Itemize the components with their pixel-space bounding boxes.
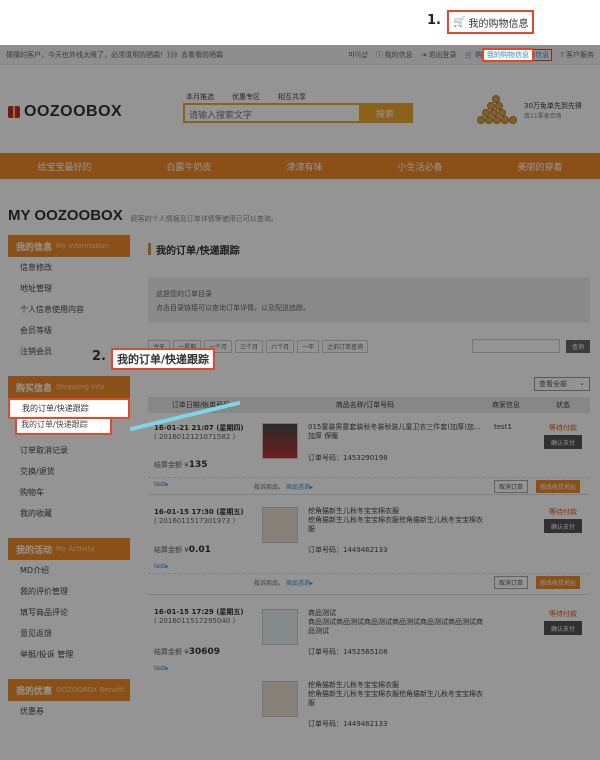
help-icon: ? [560, 50, 564, 59]
sidebar-item[interactable]: 订单取消记录 [8, 440, 130, 461]
promo-line1: 30万免单先到先得 [524, 101, 582, 110]
sidebar-group-shopping: 购买信息Shopping Info 我的订单/快递跟踪 等待付款 订单取消记录 … [8, 376, 130, 524]
step2-number: 2. [92, 349, 106, 364]
search-bar: 请输入搜索文字 搜索 [183, 103, 413, 123]
product-name[interactable]: 挖角猫新生儿秋冬宝宝棉衣服 [308, 507, 488, 516]
logout-link[interactable]: ⇥ 退出登录 [421, 50, 457, 60]
order-search-button[interactable]: 查询 [565, 339, 590, 353]
logout-icon: ⇥ [420, 50, 427, 59]
filter-year[interactable]: 一年 [297, 339, 320, 353]
cart-icon: 🛒 [464, 50, 474, 59]
sidebar-group-activity: 我的活动 My Activity MD介绍 我的评价管理 填写商品评论 意见返馈 … [8, 538, 130, 665]
arrow-icon [130, 400, 240, 432]
customer-service-link[interactable]: ? 客户服务 [560, 50, 594, 60]
modify-address-button[interactable]: 修改收货地址 [536, 480, 581, 493]
myshop-link[interactable]: 마이샵 [348, 50, 367, 60]
sidebar-item-my-orders[interactable]: 我的订单/快递跟踪 [8, 398, 130, 419]
step1-number: 1. [427, 13, 441, 28]
promo-banner[interactable]: 30万免单先到先得 双11零食合场 [474, 93, 582, 127]
product-thumbnail[interactable] [262, 681, 298, 717]
page-subtitle: 顾客的个人情报及订单详情等使用已可以查询。 [130, 215, 278, 223]
step2-label: 我的订单/快递跟踪 [117, 353, 210, 366]
header-nav: 本月推选 优惠专区 相互共享 [186, 92, 306, 102]
search-button[interactable]: 搜索 [359, 105, 411, 121]
header: OOZOOBOX 本月推选 优惠专区 相互共享 请输入搜索文字 搜索 30万免单… [0, 83, 600, 143]
order-row: 16-01-15 17:30 (星期五) ( 2016011517301973 … [148, 495, 590, 595]
product-inquiry-link[interactable]: 商品咨询▸ [286, 578, 313, 587]
sidebar-item[interactable]: 信息修改 [8, 257, 130, 278]
info-icon: ⓘ [375, 50, 383, 59]
gift-box-icon [8, 106, 20, 118]
sidebar: 我的信息 My Information 信息修改 地址管理 个人信息使用内容 会员… [8, 235, 130, 736]
filter-6months[interactable]: 六个月 [266, 339, 295, 353]
my-info-link[interactable]: ⓘ 我的信息 [376, 50, 413, 60]
product-name[interactable]: 015童装男童套装秋冬装秋装儿童卫衣三件套(加厚)加... [308, 423, 488, 432]
mainnav-life[interactable]: 小生活必备 [397, 160, 442, 173]
view-select[interactable]: 查看全部 ⌄ [534, 377, 590, 391]
order-row: 16-01-15 17:29 (星期五) ( 2016011517295040 … [148, 595, 590, 745]
sidebar-item[interactable]: 地址管理 [8, 278, 130, 299]
product-name[interactable]: 商品测试 [308, 609, 488, 618]
top-highlight-link: 我的购物信息 [482, 48, 534, 62]
step2-callout: 我的订单/快递跟踪 [111, 348, 216, 370]
sidebar-item[interactable]: 我的评价管理 [8, 581, 130, 602]
product-name[interactable]: 挖角猫新生儿秋冬宝宝棉衣服 [308, 681, 488, 690]
mainnav-baby[interactable]: 给宝宝最好的 [37, 160, 91, 173]
content-title: 我的订单/快递跟踪 [148, 241, 590, 257]
nav-monthly[interactable]: 本月推选 [186, 92, 214, 102]
sidebar-item[interactable]: MD介绍 [8, 560, 130, 581]
sidebar-item[interactable]: 会员等级 [8, 320, 130, 341]
main-nav: 给宝宝最好的 白露牛奶皮 津津有味 小生活必备 美丽的穿着 [0, 153, 600, 179]
product-thumbnail[interactable] [262, 609, 298, 645]
nav-discount[interactable]: 优惠专区 [232, 92, 260, 102]
sidebar-item[interactable]: 优惠券 [8, 701, 130, 722]
screenshot: 猜猜的客户，今天也外线太限了，必须请用防晒霜！》》》去看看防晒霜 마이샵 ⓘ 我的… [0, 45, 600, 760]
product-inquiry-link[interactable]: 商品咨询▸ [286, 482, 313, 491]
sidebar-group-info: 我的信息 My Information 信息修改 地址管理 个人信息使用内容 会员… [8, 235, 130, 362]
chocolate-image [474, 93, 518, 127]
cancel-order-button[interactable]: 取消订单 [494, 480, 529, 493]
sidebar-item[interactable]: 举报/投诉 管理 [8, 644, 130, 665]
sidebar-item[interactable]: 交换/退货 [8, 461, 130, 482]
mainnav-milk[interactable]: 白露牛奶皮 [166, 160, 211, 173]
info-box: 这是您的订单目录 点击目录链接可以查询订单详情，以及配送追踪。 [148, 277, 590, 323]
product-thumbnail[interactable] [262, 507, 298, 543]
filter-previous[interactable]: 之前订单查询 [322, 339, 369, 353]
confirm-pay-button[interactable]: 确认支付 [544, 621, 582, 635]
filter-3months[interactable]: 三个月 [235, 339, 264, 353]
logo[interactable]: OOZOOBOX [8, 103, 122, 121]
sidebar-item[interactable]: 填写商品评论 [8, 602, 130, 623]
sidebar-item[interactable]: 购物车 [8, 482, 130, 503]
step1-label: 我的购物信息 [468, 18, 529, 30]
order-search-input[interactable] [471, 339, 560, 353]
chevron-down-icon: ⌄ [579, 379, 585, 387]
test-link[interactable]: test▸ [154, 665, 169, 672]
cart-icon: 🛒 [453, 16, 466, 28]
search-input[interactable]: 请输入搜索文字 [185, 105, 359, 121]
page-title: MY OOZOOBOX 顾客的个人情报及订单详情等使用已可以查询。 [8, 207, 278, 224]
nav-share[interactable]: 相互共享 [278, 92, 306, 102]
sidebar-item[interactable]: 我的收藏 [8, 503, 130, 524]
welcome-text: 猜猜的客户，今天也外线太限了，必须请用防晒霜！》》》去看看防晒霜 [6, 50, 223, 59]
step1-callout: 🛒 我的购物信息 [447, 10, 535, 34]
modify-address-button[interactable]: 修改收货地址 [536, 576, 581, 589]
sidebar-group-benefit: 我的优惠 OOZOOBOX Benefit 优惠券 [8, 679, 130, 722]
main-content: 我的订单/快递跟踪 这是您的订单目录 点击目录链接可以查询订单详情，以及配送追踪… [148, 241, 590, 745]
confirm-pay-button[interactable]: 确认支付 [544, 519, 582, 533]
sidebar-item[interactable]: 个人信息使用内容 [8, 299, 130, 320]
confirm-pay-button[interactable]: 确认支付 [544, 435, 582, 449]
sidebar-item[interactable]: 意见返馈 [8, 623, 130, 644]
promo-line2: 双11零食合场 [524, 112, 562, 120]
product-thumbnail[interactable] [262, 423, 298, 459]
mainnav-food[interactable]: 津津有味 [286, 160, 322, 173]
cancel-order-button[interactable]: 取消订单 [494, 576, 529, 589]
test-link[interactable]: test▸ [154, 563, 169, 570]
mainnav-wear[interactable]: 美丽的穿着 [517, 160, 562, 173]
